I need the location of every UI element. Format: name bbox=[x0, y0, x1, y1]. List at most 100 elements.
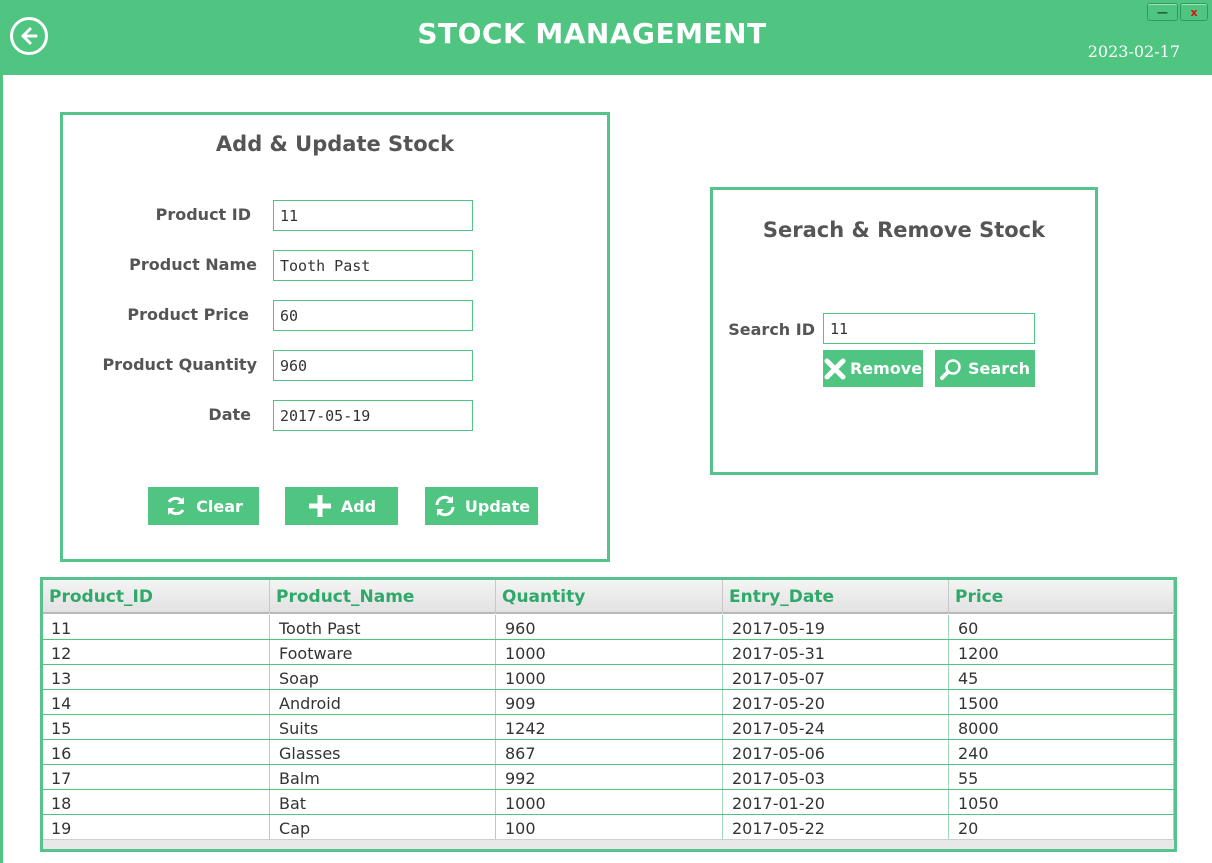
cell-product-name: Glasses bbox=[270, 740, 496, 764]
table-row[interactable]: 14 Android 909 2017-05-20 1500 bbox=[43, 690, 1174, 715]
update-button[interactable]: Update bbox=[425, 487, 538, 525]
minimize-button[interactable]: — bbox=[1147, 3, 1178, 21]
sync-icon bbox=[435, 495, 455, 517]
table-body: 11 Tooth Past 960 2017-05-19 60 12 Footw… bbox=[43, 615, 1174, 840]
cell-product-name: Soap bbox=[270, 665, 496, 689]
table-row[interactable]: 16 Glasses 867 2017-05-06 240 bbox=[43, 740, 1174, 765]
cell-product-name: Tooth Past bbox=[270, 615, 496, 639]
column-header-price[interactable]: Price bbox=[949, 580, 1174, 614]
cell-product-id: 18 bbox=[43, 790, 270, 814]
column-header-product-id[interactable]: Product_ID bbox=[43, 580, 270, 614]
cell-price: 20 bbox=[949, 815, 1174, 839]
window-controls: — x bbox=[1147, 3, 1208, 21]
product-name-label: Product Name bbox=[129, 255, 257, 274]
cell-entry-date: 2017-01-20 bbox=[723, 790, 949, 814]
product-quantity-input[interactable] bbox=[273, 350, 473, 381]
search-remove-panel: Serach & Remove Stock Search ID Remove S… bbox=[710, 187, 1098, 475]
product-price-input[interactable] bbox=[273, 300, 473, 331]
plus-icon bbox=[308, 495, 331, 517]
left-border bbox=[0, 75, 3, 863]
remove-button[interactable]: Remove bbox=[823, 350, 923, 387]
cell-product-id: 13 bbox=[43, 665, 270, 689]
remove-button-label: Remove bbox=[849, 359, 923, 378]
cell-product-name: Cap bbox=[270, 815, 496, 839]
product-id-input[interactable] bbox=[273, 200, 473, 231]
cell-quantity: 1242 bbox=[496, 715, 723, 739]
cell-price: 45 bbox=[949, 665, 1174, 689]
cell-product-id: 16 bbox=[43, 740, 270, 764]
cell-product-name: Suits bbox=[270, 715, 496, 739]
cell-entry-date: 2017-05-24 bbox=[723, 715, 949, 739]
product-price-label: Product Price bbox=[127, 305, 249, 324]
add-button[interactable]: Add bbox=[285, 487, 398, 525]
product-id-label: Product ID bbox=[155, 205, 251, 224]
cell-price: 60 bbox=[949, 615, 1174, 639]
clear-button[interactable]: Clear bbox=[148, 487, 259, 525]
product-name-input[interactable] bbox=[273, 250, 473, 281]
cell-product-id: 17 bbox=[43, 765, 270, 789]
search-id-label: Search ID bbox=[728, 320, 815, 339]
update-button-label: Update bbox=[464, 496, 531, 516]
cell-product-name: Bat bbox=[270, 790, 496, 814]
cell-entry-date: 2017-05-20 bbox=[723, 690, 949, 714]
date-input[interactable] bbox=[273, 400, 473, 431]
table-header: Product_ID Product_Name Quantity Entry_D… bbox=[43, 580, 1174, 614]
cell-entry-date: 2017-05-07 bbox=[723, 665, 949, 689]
cell-price: 1500 bbox=[949, 690, 1174, 714]
date-label: Date bbox=[208, 405, 251, 424]
table-row[interactable]: 15 Suits 1242 2017-05-24 8000 bbox=[43, 715, 1174, 740]
search-button-label: Search bbox=[968, 359, 1030, 378]
table-row[interactable]: 18 Bat 1000 2017-01-20 1050 bbox=[43, 790, 1174, 815]
cell-quantity: 960 bbox=[496, 615, 723, 639]
add-update-panel: Add & Update Stock Product ID Product Na… bbox=[60, 112, 610, 562]
cell-price: 8000 bbox=[949, 715, 1174, 739]
cell-price: 1050 bbox=[949, 790, 1174, 814]
cell-price: 240 bbox=[949, 740, 1174, 764]
page-title: STOCK MANAGEMENT bbox=[417, 17, 767, 50]
cell-quantity: 992 bbox=[496, 765, 723, 789]
table-row[interactable]: 17 Balm 992 2017-05-03 55 bbox=[43, 765, 1174, 790]
table-row[interactable]: 11 Tooth Past 960 2017-05-19 60 bbox=[43, 615, 1174, 640]
x-icon bbox=[824, 358, 846, 379]
cell-quantity: 1000 bbox=[496, 665, 723, 689]
table-row[interactable]: 12 Footware 1000 2017-05-31 1200 bbox=[43, 640, 1174, 665]
stock-table: Product_ID Product_Name Quantity Entry_D… bbox=[40, 577, 1177, 852]
cell-entry-date: 2017-05-31 bbox=[723, 640, 949, 664]
add-update-title: Add & Update Stock bbox=[215, 132, 455, 156]
refresh-icon bbox=[167, 496, 185, 516]
cell-product-id: 14 bbox=[43, 690, 270, 714]
column-header-entry-date[interactable]: Entry_Date bbox=[723, 580, 949, 614]
cell-product-name: Android bbox=[270, 690, 496, 714]
product-quantity-label: Product Quantity bbox=[102, 355, 257, 374]
cell-quantity: 1000 bbox=[496, 790, 723, 814]
cell-quantity: 909 bbox=[496, 690, 723, 714]
close-button[interactable]: x bbox=[1180, 3, 1208, 21]
table-row[interactable]: 13 Soap 1000 2017-05-07 45 bbox=[43, 665, 1174, 690]
cell-entry-date: 2017-05-03 bbox=[723, 765, 949, 789]
cell-price: 55 bbox=[949, 765, 1174, 789]
current-date: 2023-02-17 bbox=[1087, 42, 1180, 61]
cell-entry-date: 2017-05-22 bbox=[723, 815, 949, 839]
cell-entry-date: 2017-05-06 bbox=[723, 740, 949, 764]
cell-product-name: Balm bbox=[270, 765, 496, 789]
cell-price: 1200 bbox=[949, 640, 1174, 664]
add-button-label: Add bbox=[340, 496, 377, 516]
cell-quantity: 867 bbox=[496, 740, 723, 764]
cell-quantity: 100 bbox=[496, 815, 723, 839]
horizontal-scrollbar[interactable] bbox=[43, 839, 1174, 849]
clear-button-label: Clear bbox=[196, 496, 243, 516]
column-header-product-name[interactable]: Product_Name bbox=[270, 580, 496, 614]
search-icon bbox=[940, 358, 961, 380]
cell-product-id: 11 bbox=[43, 615, 270, 639]
cell-product-name: Footware bbox=[270, 640, 496, 664]
cell-product-id: 15 bbox=[43, 715, 270, 739]
search-button[interactable]: Search bbox=[935, 350, 1035, 387]
cell-product-id: 12 bbox=[43, 640, 270, 664]
cell-quantity: 1000 bbox=[496, 640, 723, 664]
search-remove-title: Serach & Remove Stock bbox=[762, 218, 1046, 242]
title-bar: STOCK MANAGEMENT 2023-02-17 — x bbox=[0, 0, 1212, 75]
cell-product-id: 19 bbox=[43, 815, 270, 839]
table-row[interactable]: 19 Cap 100 2017-05-22 20 bbox=[43, 815, 1174, 840]
column-header-quantity[interactable]: Quantity bbox=[496, 580, 723, 614]
search-id-input[interactable] bbox=[823, 313, 1035, 344]
